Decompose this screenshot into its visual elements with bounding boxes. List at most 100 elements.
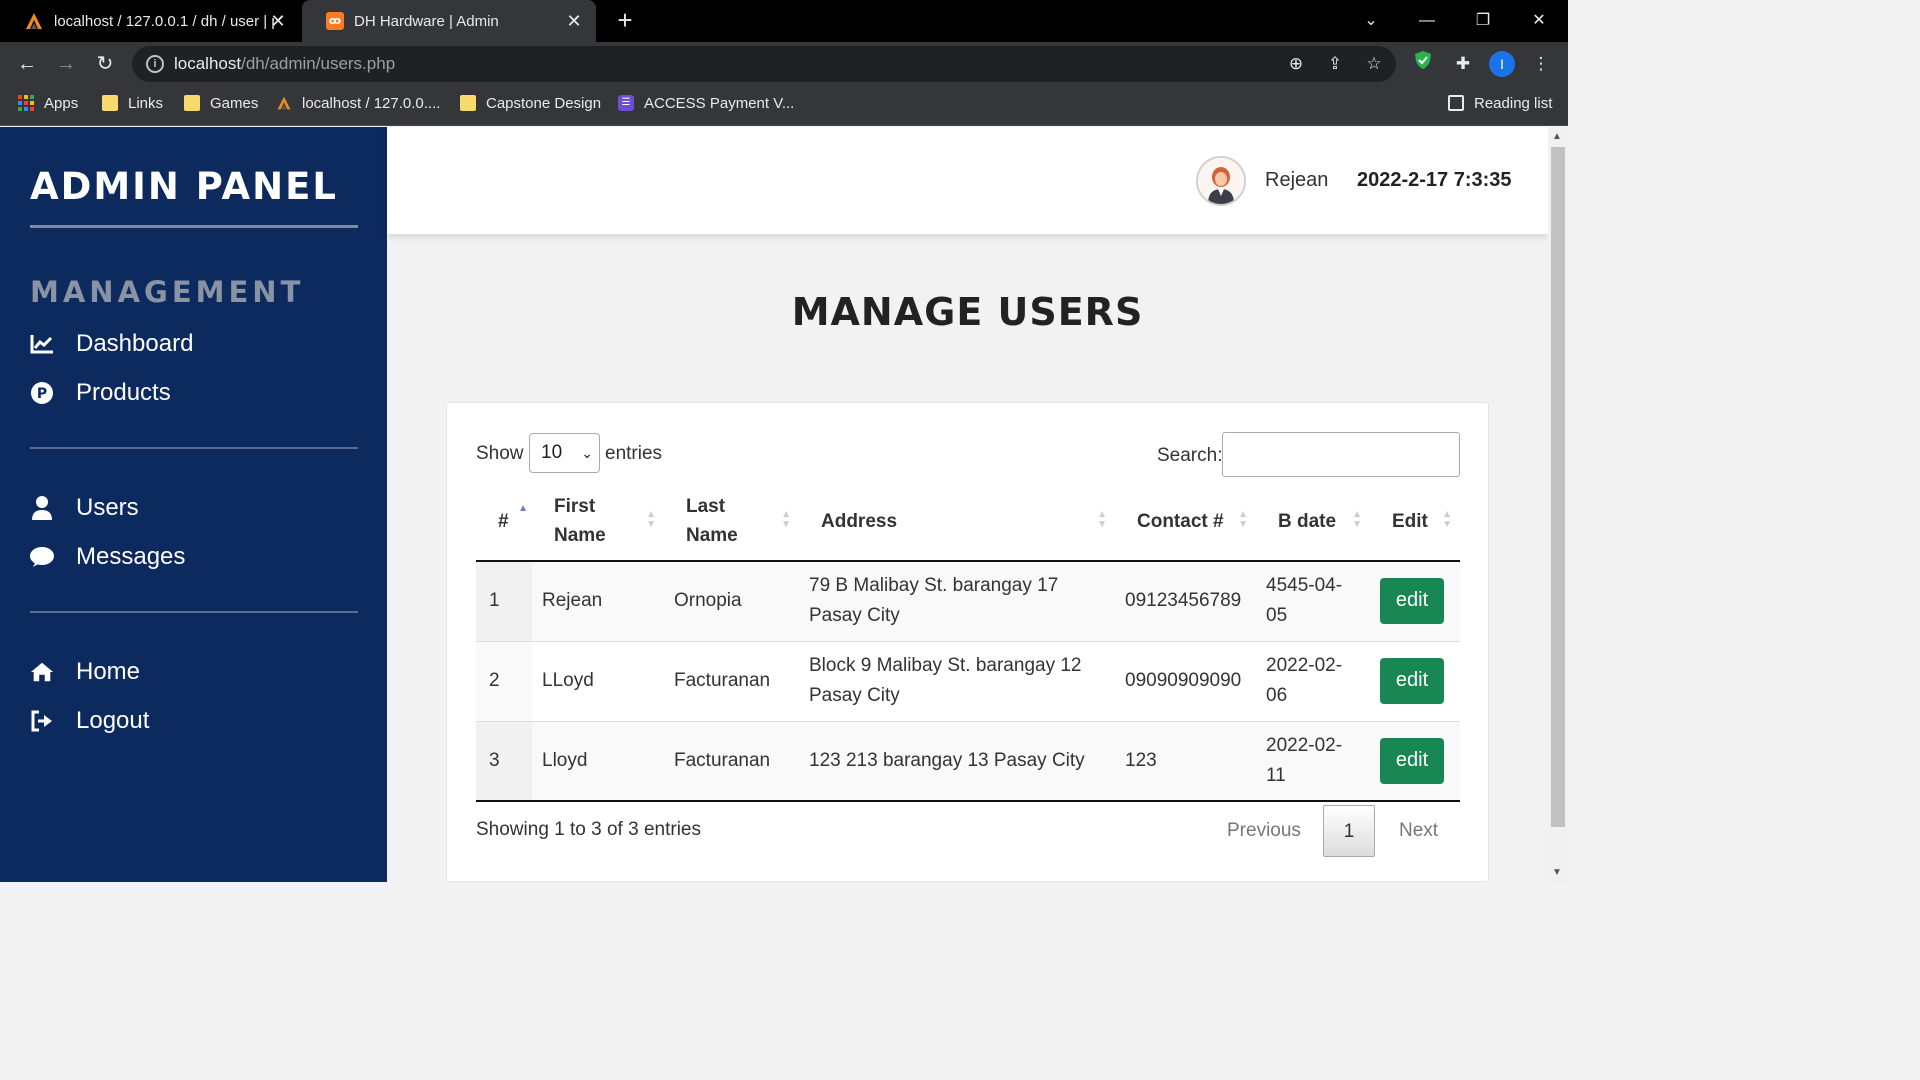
profile-avatar-icon[interactable]: I: [1489, 51, 1515, 77]
minimize-icon[interactable]: —: [1412, 6, 1442, 36]
column-header-last-name[interactable]: Last Name ▲ ▼: [664, 482, 799, 562]
address-bar[interactable]: i localhost/dh/admin/users.php ⊕ ⇪ ☆: [132, 46, 1396, 82]
cell-address: 79 B Malibay St. barangay 17 Pasay City: [799, 561, 1115, 642]
sidebar-item-home[interactable]: Home: [30, 655, 140, 689]
column-header-id[interactable]: # ▲: [476, 482, 532, 562]
sidebar-item-dashboard[interactable]: Dashboard: [30, 327, 193, 361]
show-label: Show: [476, 443, 524, 464]
cell-contact: 123: [1115, 721, 1256, 802]
pagination-next[interactable]: Next: [1399, 805, 1438, 857]
sidebar-divider: [30, 611, 358, 613]
pagination-page-1[interactable]: 1: [1323, 805, 1375, 857]
column-header-label: Edit: [1392, 510, 1428, 532]
sidebar-item-users[interactable]: Users: [30, 491, 139, 525]
cell-edit: edit: [1370, 561, 1460, 642]
cell-id: 1: [476, 561, 532, 642]
tab-search-chevron-icon[interactable]: ⌄: [1356, 6, 1386, 36]
cell-last-name: Facturanan: [664, 721, 799, 802]
sort-icon: ▲ ▼: [1352, 509, 1362, 530]
column-header-contact[interactable]: Contact # ▲ ▼: [1115, 482, 1256, 562]
edit-button[interactable]: edit: [1380, 658, 1444, 704]
logout-icon: [30, 709, 54, 733]
section-label-management: MANAGEMENT: [30, 275, 305, 309]
sort-icon: ▲ ▼: [646, 509, 656, 530]
scroll-up-icon[interactable]: ▲: [1552, 131, 1562, 142]
column-header-label: Contact #: [1137, 510, 1224, 532]
share-icon[interactable]: ⇪: [1323, 52, 1347, 76]
sidebar-item-label: Products: [76, 379, 171, 406]
sidebar-item-label: Dashboard: [76, 330, 194, 357]
sort-icon: ▲ ▼: [1442, 509, 1452, 530]
bookmark-capstone[interactable]: Capstone Design: [460, 86, 601, 120]
bookmark-access-payment[interactable]: ☰ ACCESS Payment V...: [618, 86, 794, 120]
close-window-icon[interactable]: ✕: [1524, 6, 1554, 36]
restore-icon[interactable]: ❐: [1468, 6, 1498, 36]
column-header-first-name[interactable]: First Name ▲ ▼: [532, 482, 664, 562]
users-table: # ▲ First Name ▲ ▼ Last Name ▲ ▼ Address ▲…: [476, 482, 1460, 802]
edit-button[interactable]: edit: [1380, 737, 1444, 784]
browser-tab-phpmyadmin[interactable]: localhost / 127.0.0.1 / dh / user | ph ✕: [0, 0, 300, 42]
bookmark-games[interactable]: Games: [184, 86, 258, 120]
entries-length-select[interactable]: 10 ⌄: [529, 433, 600, 473]
pagination-previous[interactable]: Previous: [1227, 805, 1301, 857]
list-app-icon: ☰: [618, 95, 634, 111]
cell-bdate: 2022-02-06: [1256, 641, 1370, 722]
tab-title: localhost / 127.0.0.1 / dh / user | ph: [54, 12, 274, 30]
scrollbar-thumb[interactable]: [1551, 147, 1565, 827]
folder-icon: [184, 95, 200, 111]
xampp-favicon-icon: [26, 13, 42, 29]
edit-button[interactable]: edit: [1380, 578, 1444, 625]
reading-list-icon: [1448, 95, 1464, 111]
cell-first-name: Rejean: [532, 561, 664, 642]
forward-arrow-icon[interactable]: →: [51, 49, 81, 79]
sidebar-item-products[interactable]: P Products: [30, 376, 171, 410]
bookmark-localhost[interactable]: localhost / 127.0.0....: [276, 86, 440, 120]
xampp-favicon-icon: [277, 96, 291, 110]
chart-line-icon: [30, 332, 54, 356]
bookmark-label: localhost / 127.0.0....: [302, 94, 441, 112]
sidebar-item-label: Logout: [76, 707, 150, 734]
bookmark-star-icon[interactable]: ☆: [1362, 52, 1386, 76]
cell-contact: 09090909090: [1115, 641, 1256, 722]
bookmark-links[interactable]: Links: [102, 86, 163, 120]
username: Rejean: [1265, 169, 1329, 191]
column-header-bdate[interactable]: B date ▲ ▼: [1256, 482, 1370, 562]
column-header-label: Last Name: [686, 496, 738, 546]
cell-address: Block 9 Malibay St. barangay 12 Pasay Ci…: [799, 641, 1115, 722]
extensions-puzzle-icon[interactable]: ✚: [1449, 50, 1477, 78]
close-tab-icon[interactable]: ✕: [268, 11, 288, 31]
bookmark-label: Apps: [44, 94, 79, 112]
tab-title: DH Hardware | Admin: [354, 12, 499, 30]
sidebar-item-logout[interactable]: Logout: [30, 704, 149, 738]
close-tab-icon[interactable]: ✕: [564, 11, 584, 31]
avatar[interactable]: [1196, 156, 1246, 206]
back-arrow-icon[interactable]: ←: [12, 49, 42, 79]
sidebar-divider: [30, 447, 358, 449]
page-title: MANAGE USERS: [791, 290, 1144, 334]
comment-icon: [30, 545, 54, 569]
more-menu-icon[interactable]: ⋮: [1527, 50, 1555, 78]
reload-icon[interactable]: ↻: [90, 49, 120, 79]
browser-tab-admin[interactable]: ꝏ DH Hardware | Admin ✕: [302, 0, 596, 42]
shield-extension-icon[interactable]: [1409, 50, 1437, 78]
column-header-edit[interactable]: Edit ▲ ▼: [1370, 482, 1460, 562]
sidebar-item-messages[interactable]: Messages: [30, 540, 185, 574]
brand-title: ADMIN PANEL: [30, 165, 338, 208]
table-header-row: # ▲ First Name ▲ ▼ Last Name ▲ ▼ Address ▲…: [476, 482, 1460, 562]
folder-icon: [460, 95, 476, 111]
bookmark-label: Games: [210, 94, 259, 112]
column-header-label: B date: [1278, 510, 1337, 532]
zoom-icon[interactable]: ⊕: [1284, 52, 1308, 76]
bookmark-apps[interactable]: Apps: [18, 86, 78, 120]
search-label: Search:: [1157, 445, 1223, 466]
datetime: 2022-2-17 7:3:35: [1357, 169, 1512, 191]
reading-list[interactable]: Reading list: [1448, 86, 1552, 120]
search-input[interactable]: [1222, 432, 1460, 477]
user-icon: [30, 496, 54, 520]
column-header-label: #: [498, 510, 509, 532]
site-info-icon[interactable]: i: [146, 55, 164, 73]
column-header-address[interactable]: Address ▲ ▼: [799, 482, 1115, 562]
new-tab-icon[interactable]: +: [612, 7, 638, 34]
scroll-down-icon[interactable]: ▼: [1552, 867, 1562, 878]
page-scrollbar[interactable]: ▲ ▼: [1548, 127, 1568, 882]
